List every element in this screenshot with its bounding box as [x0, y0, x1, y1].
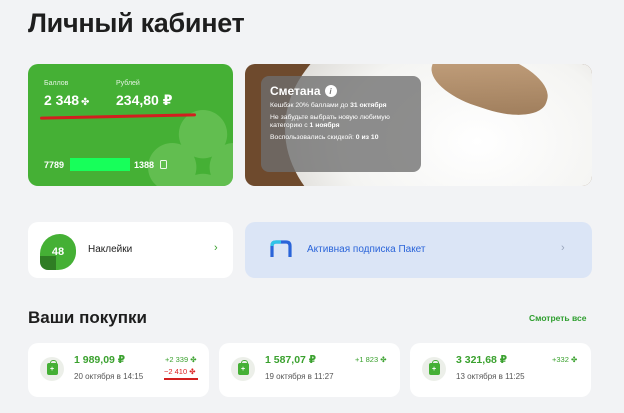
purchase-date: 20 октября в 14:15	[74, 372, 144, 381]
chevron-right-icon: ›	[561, 242, 565, 254]
points-earned: +2 339 ✤	[165, 355, 197, 364]
points-earned: +1 823 ✤	[355, 355, 387, 364]
stickers-label: Наклейки	[88, 244, 133, 255]
promo-cashback-text: Кешбэк 20% баллами до 31 октября	[270, 102, 387, 109]
purchase-card[interactable]: + 1 989,09 ₽ 20 октября в 14:15 +2 339 ✤…	[28, 343, 209, 397]
promo-usage-text: Воспользовались скидкой: 0 из 10	[270, 134, 379, 141]
purchase-amount: 1 587,07 ₽	[265, 354, 317, 366]
promo-banner[interactable]: Сметана i Кешбэк 20% баллами до 31 октябр…	[245, 64, 592, 186]
card-number-mask	[70, 158, 131, 171]
promo-title: Сметана i	[270, 84, 412, 98]
red-underline-annotation	[164, 378, 198, 380]
points-earned: +332 ✤	[552, 355, 578, 364]
purchase-amount: 1 989,09 ₽	[74, 354, 126, 366]
rubles-label: Рублей	[116, 80, 140, 87]
card-number: 7789 1388	[44, 158, 168, 171]
purchase-card[interactable]: + 1 587,07 ₽ 19 октября в 11:27 +1 823 ✤	[219, 343, 400, 397]
purchase-amount: 3 321,68 ₽	[456, 354, 508, 366]
chevron-right-icon: ›	[214, 242, 218, 254]
copy-icon[interactable]	[160, 160, 168, 169]
purchase-card[interactable]: + 3 321,68 ₽ 13 октября в 11:25 +332 ✤	[410, 343, 591, 397]
points-label: Баллов	[44, 80, 69, 87]
subscription-label: Активная подписка Пакет	[307, 244, 426, 255]
points-value: 2 348 ✤	[44, 92, 90, 108]
promo-info-panel: Сметана i Кешбэк 20% баллами до 31 октябр…	[261, 76, 421, 172]
points-icon: ✤	[81, 97, 90, 108]
points-block: Баллов 2 348 ✤	[44, 80, 89, 108]
points-spent: −2 410 ✤	[164, 367, 196, 376]
sticker-count-badge: 48	[40, 234, 76, 270]
page-title: Личный кабинет	[28, 8, 245, 38]
promo-category-text: Не забудьте выбрать новую любимую катего…	[270, 114, 390, 129]
loyalty-card[interactable]: Баллов 2 348 ✤ Рублей 234,80 ₽ 7789 1388	[28, 64, 233, 186]
see-all-link[interactable]: Смотреть все	[529, 313, 586, 323]
paket-logo-icon	[270, 240, 292, 257]
purchase-date: 19 октября в 11:27	[265, 372, 334, 381]
clover-logo-icon	[148, 110, 233, 186]
stickers-tile[interactable]: 48 Наклейки ›	[28, 222, 233, 278]
purchases-title: Ваши покупки	[28, 308, 147, 327]
purchase-date: 13 октября в 11:25	[456, 372, 525, 381]
info-icon[interactable]: i	[324, 85, 337, 97]
subscription-tile[interactable]: Активная подписка Пакет ›	[245, 222, 592, 278]
rubles-value: 234,80 ₽	[116, 92, 173, 108]
shopping-bag-icon: +	[422, 357, 446, 381]
rubles-block: Рублей 234,80 ₽	[116, 80, 172, 109]
shopping-bag-icon: +	[231, 357, 255, 381]
shopping-bag-icon: +	[40, 357, 64, 381]
